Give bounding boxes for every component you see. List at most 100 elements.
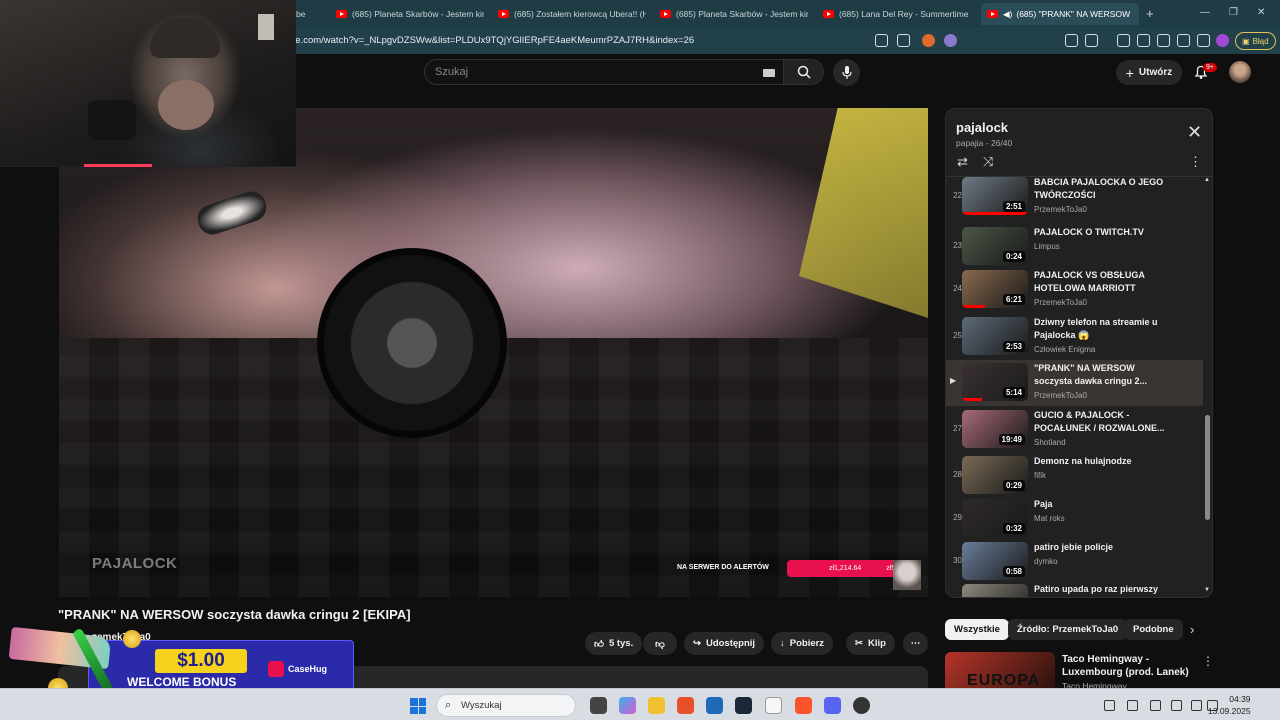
url-field[interactable]: be.com/watch?v=_NLpgvDZSWw&list=PLDUx9TQ… (290, 35, 694, 46)
copilot-icon[interactable] (619, 697, 636, 714)
playlist-item[interactable]: 29 0:32 Paja Mat roks (946, 496, 1203, 542)
playlist-item-thumbnail[interactable]: 2:53 (962, 317, 1028, 355)
recommended-menu-icon[interactable]: ⋮ (1202, 654, 1214, 668)
playlist-item-thumbnail[interactable]: 2:51 (962, 177, 1028, 215)
taskbar-search-input[interactable]: ⌕ Wyszukaj (436, 694, 576, 717)
playlist-item-channel[interactable]: Człowiek Enigma (1034, 345, 1095, 354)
playlist-item-channel[interactable]: Shotland (1034, 438, 1066, 447)
download-button[interactable]: ↓ Pobierz (771, 632, 834, 655)
create-button[interactable]: + Utwórz (1116, 60, 1182, 85)
discord-icon[interactable] (824, 697, 841, 714)
dislike-button[interactable]: 👎︎ (643, 632, 677, 655)
playlist-item[interactable]: 23 0:24 PAJALOCK O TWITCH.TV Limpus (946, 224, 1203, 270)
playlist-item-title[interactable]: PAJALOCK O TWITCH.TV (1034, 226, 1169, 239)
taskbar-clock[interactable]: 04:39 13.09.2025 (1208, 693, 1251, 717)
playlist-item-thumbnail[interactable]: 0:24 (962, 227, 1028, 265)
search-input[interactable]: Szukaj (424, 59, 784, 85)
video-player[interactable]: PAJALOCK NA SERWER DO ALERTÓW zł1,214.64… (59, 108, 928, 597)
playlist-item-title[interactable]: "PRANK" NA WERSOW soczysta dawka cringu … (1034, 362, 1169, 388)
playlist-item-channel[interactable]: Mat roks (1034, 514, 1065, 523)
playlist-item-channel[interactable]: PrzemekToJa0 (1034, 391, 1087, 400)
browser-tab[interactable]: (685) Lana Del Rey - Summertime Sa (823, 3, 971, 25)
playlist-item[interactable]: Patiro upada po raz pierwszy (946, 581, 1203, 597)
playlist-item-thumbnail[interactable] (962, 584, 1028, 597)
playlist-item-thumbnail[interactable]: 5:14 (962, 363, 1028, 401)
network-icon[interactable] (1191, 700, 1202, 711)
install-app-icon[interactable] (875, 34, 888, 47)
browser-tab[interactable]: (685) Planeta Skarbów - Jestem kim (336, 3, 484, 25)
minimize-button[interactable]: — (1200, 7, 1210, 18)
sidebar-icon[interactable] (1157, 34, 1170, 47)
playlist-item-thumbnail[interactable]: 0:29 (962, 456, 1028, 494)
error-button[interactable]: ▣ Błąd (1235, 32, 1276, 50)
windows-start-icon[interactable] (410, 698, 426, 714)
shuffle-icon[interactable]: ⤨ (983, 154, 993, 170)
browser-tab[interactable]: be (296, 3, 326, 25)
playlist-item[interactable]: 24 6:21 PAJALOCK VS OBSŁUGA HOTELOWA MARRI… (946, 267, 1203, 313)
playlist-item-title[interactable]: BABCIA PAJALOCKA O JEGO TWÓRCZOŚCI (1034, 176, 1169, 202)
onedrive-icon[interactable] (1150, 700, 1161, 711)
playlist-item-title[interactable]: Paja (1034, 498, 1169, 511)
brave-browser-icon[interactable] (677, 697, 694, 714)
playlist-item-channel[interactable]: PrzemekToJa0 (1034, 205, 1087, 214)
task-view-icon[interactable] (590, 697, 607, 714)
playlist-menu-icon[interactable]: ⋮ (1189, 154, 1202, 170)
playlist-item[interactable]: 27 19:49 GUCIO & PAJALOCK - POCAŁUNEK / RO… (946, 407, 1203, 453)
playlist-item-channel[interactable]: fifik (1034, 471, 1046, 480)
tray-app-icon[interactable] (1127, 700, 1138, 711)
chevron-right-icon[interactable]: › (1190, 622, 1194, 637)
playlist-item[interactable]: 30 0:58 patiro jebie policje dymko (946, 539, 1203, 585)
playlist-item-thumbnail[interactable]: 6:21 (962, 270, 1028, 308)
maximize-button[interactable]: ❐ (1229, 7, 1238, 18)
playlist-title[interactable]: pajalock (956, 120, 1008, 135)
rewards-icon[interactable] (944, 34, 957, 47)
playlist-item-channel[interactable]: PrzemekToJa0 (1034, 298, 1087, 307)
recommended-title[interactable]: Taco Hemingway - Luxembourg (prod. Lanek… (1062, 653, 1202, 679)
store-icon[interactable] (706, 697, 723, 714)
playlist-item-thumbnail[interactable]: 0:58 (962, 542, 1028, 580)
notepad-icon[interactable] (765, 697, 782, 714)
tab-active[interactable]: ◀) (685) "PRANK" NA WERSOW ✕ (981, 3, 1139, 25)
playlist-item-title[interactable]: patiro jebie policje (1034, 541, 1169, 554)
playlist-item-title[interactable]: Demonz na hulajnodze (1034, 455, 1169, 468)
steam-icon[interactable] (735, 697, 752, 714)
playlist-item-title[interactable]: Patiro upada po raz pierwszy (1034, 583, 1169, 596)
playlist-scroll-thumb[interactable] (1205, 415, 1210, 520)
scroll-up-arrow[interactable]: ▲ (1204, 177, 1210, 183)
search-button[interactable] (784, 59, 824, 85)
brave-shield-icon[interactable] (922, 34, 935, 47)
playlist-item-title[interactable]: GUCIO & PAJALOCK - POCAŁUNEK / ROZWALONE… (1034, 409, 1169, 435)
music-icon[interactable] (1117, 34, 1130, 47)
more-actions-button[interactable]: ⋯ (903, 632, 928, 655)
playlist-item-current[interactable]: ▶ 5:14 "PRANK" NA WERSOW soczysta dawka cr… (946, 360, 1203, 406)
share-button[interactable]: ↪ Udostępnij (684, 632, 765, 655)
keyboard-icon[interactable] (763, 69, 775, 77)
file-explorer-icon[interactable] (648, 697, 665, 714)
loop-icon[interactable]: ⇄ (957, 154, 968, 170)
microphone-tray-icon[interactable] (1171, 700, 1182, 711)
playlist-item[interactable]: 25 2:53 Dziwny telefon na streamie u Pajal… (946, 314, 1203, 360)
browser-tab[interactable]: (685) Planeta Skarbów - Jestem kim (660, 3, 808, 25)
tray-chevron-icon[interactable] (1104, 700, 1115, 711)
scroll-down-arrow[interactable]: ▼ (1204, 587, 1210, 593)
brave-nightly-icon[interactable] (795, 697, 812, 714)
close-tab-icon[interactable]: ✕ (1138, 8, 1139, 21)
like-button[interactable]: 👍︎ 5 tys. (585, 632, 643, 655)
playlist-item-title[interactable]: PAJALOCK VS OBSŁUGA HOTELOWA MARRIOTT (1034, 269, 1169, 295)
account-avatar[interactable] (1229, 61, 1251, 83)
chip-all[interactable]: Wszystkie (945, 619, 1009, 640)
voice-search-button[interactable] (833, 59, 860, 86)
chip-source[interactable]: Źródło: PrzemekToJa0 (1008, 619, 1128, 640)
playlist-scrollbar[interactable] (1204, 177, 1212, 593)
clip-button[interactable]: ✂ Klip (846, 632, 895, 655)
playlist-item-thumbnail[interactable]: 0:32 (962, 499, 1028, 537)
recommended-thumbnail[interactable]: EUROPA (945, 652, 1055, 690)
profile-icon[interactable] (1216, 34, 1229, 47)
playlist-item[interactable]: 28 0:29 Demonz na hulajnodze fifik (946, 453, 1203, 499)
reader-icon[interactable] (1137, 34, 1150, 47)
obs-icon[interactable] (853, 697, 870, 714)
window-close-button[interactable]: ✕ (1257, 7, 1265, 18)
screenshot-icon[interactable] (1085, 34, 1098, 47)
close-playlist-icon[interactable]: ✕ (1187, 123, 1202, 141)
playlist-item-title[interactable]: Dziwny telefon na streamie u Pajalocka 😱 (1034, 316, 1169, 342)
